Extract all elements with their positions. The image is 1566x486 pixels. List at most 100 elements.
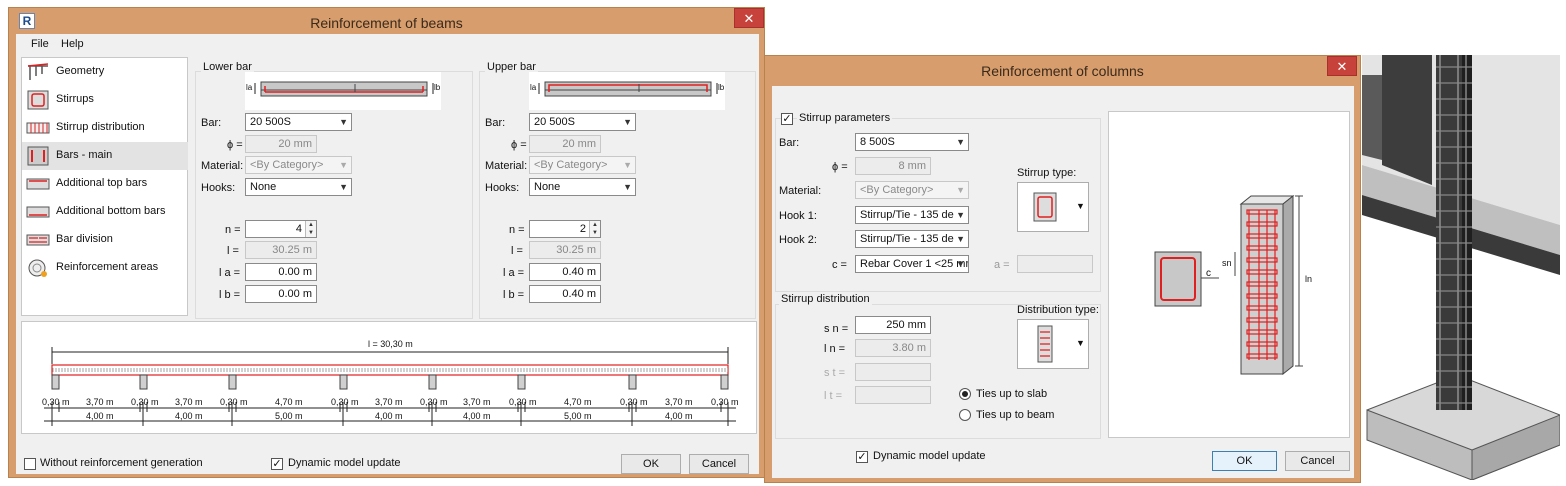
col-material-select: <By Category> ▼: [855, 181, 969, 199]
stirrup-type-select[interactable]: ▼: [1017, 182, 1089, 232]
support-width: 0,30 m: [420, 397, 448, 407]
upper-bar-select[interactable]: 20 500S ▼: [529, 113, 636, 131]
nav-label: Additional bottom bars: [56, 205, 166, 217]
distribution-type-select[interactable]: ▼: [1017, 319, 1089, 369]
columns-ok-button[interactable]: OK: [1212, 451, 1277, 471]
nav-item-bars-main[interactable]: Bars - main: [22, 142, 188, 170]
clear-span: 4,70 m: [275, 397, 303, 407]
columns-cancel-button[interactable]: Cancel: [1285, 451, 1350, 471]
upper-material-label: Material:: [485, 160, 528, 172]
lower-hooks-label: Hooks:: [201, 182, 236, 194]
nav-item-additional-bottom-bars[interactable]: Additional bottom bars: [22, 198, 188, 226]
upper-material-select: <By Category> ▼: [529, 156, 636, 174]
without-reinforcement-label: Without reinforcement generation: [40, 457, 203, 469]
support-width: 0,30 m: [131, 397, 159, 407]
nav-item-geometry[interactable]: Geometry: [22, 58, 188, 86]
lower-lb-symbol: lb: [434, 83, 441, 92]
upper-l-field: 30.25 m: [529, 241, 601, 259]
upper-hooks-value: None: [534, 181, 561, 193]
col-c-label: c =: [832, 259, 847, 271]
lower-hooks-select[interactable]: None ▼: [245, 178, 352, 196]
beams-ok-button[interactable]: OK: [621, 454, 681, 474]
nav-label: Additional top bars: [56, 177, 148, 189]
column-preview: c sn ln: [1108, 111, 1350, 438]
columns-dynamic-update-checkbox[interactable]: ✓: [856, 451, 868, 463]
columns-close-button[interactable]: ✕: [1327, 56, 1357, 76]
lower-bar-preview: la lb: [245, 72, 441, 110]
lower-material-label: Material:: [201, 160, 244, 172]
col-hook2-select[interactable]: Stirrup/Tie - 135 de ▼: [855, 230, 969, 248]
chevron-down-icon: ▼: [956, 234, 965, 244]
col-a-label: a =: [994, 259, 1010, 271]
col-lt-field: [855, 386, 931, 404]
beams-dynamic-update-checkbox[interactable]: ✓: [271, 458, 283, 470]
lower-bar-select[interactable]: 20 500S ▼: [245, 113, 352, 131]
col-hook1-select[interactable]: Stirrup/Tie - 135 de ▼: [855, 206, 969, 224]
chevron-down-icon: ▼: [623, 182, 632, 192]
chevron-down-icon: ▼: [623, 117, 632, 127]
stirrup-type-label: Stirrup type:: [1017, 167, 1077, 179]
upper-n-stepper[interactable]: 2 ▲ ▼: [529, 220, 601, 238]
axis-span: 4,00 m: [375, 411, 403, 421]
spin-arrows-icon[interactable]: ▲ ▼: [305, 221, 316, 237]
nav-label: Reinforcement areas: [56, 261, 159, 273]
bar-division-icon: [26, 234, 50, 246]
support-width: 0,30 m: [42, 397, 70, 407]
nav-item-reinforcement-areas[interactable]: Reinforcement areas: [22, 254, 188, 282]
col-cover-select[interactable]: Rebar Cover 1 <25 mr ▼: [855, 255, 969, 273]
col-bar-select[interactable]: 8 500S ▼: [855, 133, 969, 151]
col-lt-label: l t =: [824, 390, 843, 402]
clear-span: 4,70 m: [564, 397, 592, 407]
nav-item-stirrup-distribution[interactable]: Stirrup distribution: [22, 114, 188, 142]
without-reinforcement-checkbox[interactable]: [24, 458, 36, 470]
chevron-down-icon: ▼: [956, 137, 965, 147]
clear-span: 3,70 m: [665, 397, 693, 407]
support-width: 0,30 m: [509, 397, 537, 407]
nav-item-stirrups[interactable]: Stirrups: [22, 86, 188, 114]
chevron-down-icon: ▼: [1076, 338, 1085, 348]
nav-item-additional-top-bars[interactable]: Additional top bars: [22, 170, 188, 198]
upper-bar-value: 20 500S: [534, 116, 575, 128]
nav-label: Geometry: [56, 65, 105, 77]
stirrup-parameters-checkbox[interactable]: ✓: [781, 113, 793, 125]
lower-la-input[interactable]: 0.00 m: [245, 263, 317, 281]
nav-item-bar-division[interactable]: Bar division: [22, 226, 188, 254]
lower-material-select: <By Category> ▼: [245, 156, 352, 174]
columns-title: Reinforcement of columns: [981, 63, 1144, 79]
ties-up-to-beam-label: Ties up to beam: [976, 409, 1055, 421]
support-width: 0,30 m: [220, 397, 248, 407]
ties-up-to-beam-radio[interactable]: [959, 409, 971, 421]
beams-close-button[interactable]: ✕: [734, 8, 764, 28]
chevron-down-icon: ▼: [956, 259, 965, 269]
upper-hooks-select[interactable]: None ▼: [529, 178, 636, 196]
lower-n-stepper[interactable]: 4 ▲ ▼: [245, 220, 317, 238]
axis-span: 4,00 m: [463, 411, 491, 421]
nav-label: Stirrups: [56, 93, 94, 105]
lower-phi-label: ϕ =: [227, 139, 243, 151]
chevron-down-icon: ▼: [339, 182, 348, 192]
lower-bar-value: 20 500S: [250, 116, 291, 128]
chevron-down-icon: ▼: [339, 117, 348, 127]
col-material-label: Material:: [779, 185, 822, 197]
menu-file[interactable]: File: [31, 38, 49, 50]
upper-lb-input[interactable]: 0.40 m: [529, 285, 601, 303]
menu-help[interactable]: Help: [61, 38, 84, 50]
beams-window: Reinforcement of beams R ✕ File Help Geo…: [8, 7, 765, 478]
upper-hooks-label: Hooks:: [485, 182, 520, 194]
col-material-value: <By Category>: [860, 184, 934, 196]
beams-cancel-button[interactable]: Cancel: [689, 454, 749, 474]
col-sn-input[interactable]: 250 mm: [855, 316, 931, 334]
reinforcement-areas-icon: [28, 259, 47, 277]
revit-app-icon: R: [19, 13, 35, 29]
upper-la-input[interactable]: 0.40 m: [529, 263, 601, 281]
col-hook2-value: Stirrup/Tie - 135 de: [860, 233, 954, 245]
lower-lb-input[interactable]: 0.00 m: [245, 285, 317, 303]
axis-span: 5,00 m: [564, 411, 592, 421]
axis-span: 4,00 m: [86, 411, 114, 421]
lower-n-label: n =: [225, 224, 241, 236]
col-hook2-label: Hook 2:: [779, 234, 817, 246]
clear-span: 3,70 m: [375, 397, 403, 407]
upper-n-value: 2: [579, 223, 586, 235]
spin-arrows-icon[interactable]: ▲ ▼: [589, 221, 600, 237]
ties-up-to-slab-radio[interactable]: [959, 388, 971, 400]
